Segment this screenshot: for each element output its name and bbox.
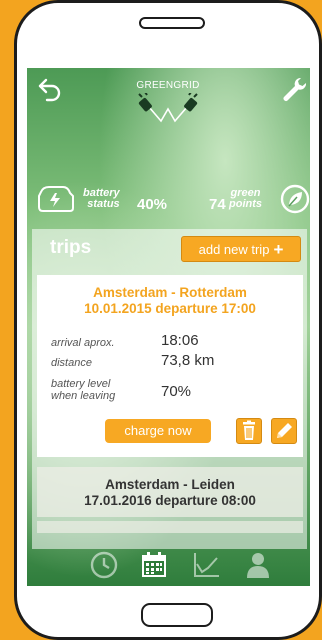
nav-clock[interactable] — [89, 550, 119, 580]
brand-logo: GREENGRID — [123, 80, 213, 127]
settings-button[interactable] — [281, 76, 307, 102]
trips-panel: trips add new trip + Amsterdam - Rotterda… — [32, 229, 307, 549]
green-points-value: 74 — [209, 196, 226, 213]
nav-calendar[interactable] — [139, 550, 169, 580]
battery-level-value: 70% — [161, 383, 192, 400]
trash-icon — [243, 420, 255, 440]
points-label-line2: points — [229, 198, 262, 210]
add-trip-label: add new trip — [198, 242, 270, 257]
add-trip-button[interactable]: add new trip + — [181, 236, 301, 262]
trip-route-cities: Amsterdam - Rotterdam — [93, 285, 247, 300]
battery-level-label-line1: battery level — [51, 378, 111, 390]
bottom-nav — [27, 544, 310, 586]
trips-header: trips add new trip + — [32, 229, 307, 265]
chart-icon — [194, 553, 219, 577]
clock-icon — [90, 551, 118, 579]
battery-level-label-line2: when leaving — [51, 390, 116, 402]
plus-icon: + — [273, 240, 284, 259]
nav-chart[interactable] — [191, 550, 221, 580]
leaf-badge-icon — [280, 184, 310, 214]
battery-level-label: battery level when leaving — [51, 378, 115, 402]
arrival-label: arrival aprox. — [51, 337, 115, 349]
edit-trip-button[interactable] — [271, 418, 297, 444]
distance-value: 73,8 km — [161, 352, 215, 369]
trip-card-active[interactable]: Amsterdam - Rotterdam 10.01.2015 departu… — [37, 275, 303, 457]
distance-label: distance — [51, 357, 92, 369]
battery-status-value: 40% — [137, 196, 168, 213]
plug-logo-icon — [138, 93, 198, 123]
delete-trip-button[interactable] — [236, 418, 262, 444]
phone-speaker — [139, 17, 205, 29]
user-icon — [247, 553, 269, 578]
green-points-label: green points — [229, 188, 262, 210]
trip-route: Amsterdam - Rotterdam 10.01.2015 departu… — [37, 285, 303, 317]
next-trip-route: Amsterdam - Leiden 17.01.2016 departure … — [37, 477, 303, 509]
back-button[interactable] — [37, 76, 63, 102]
arrival-value: 18:06 — [161, 332, 199, 349]
nav-profile[interactable] — [243, 550, 273, 580]
next-trip-cities: Amsterdam - Leiden — [105, 477, 235, 492]
pencil-icon — [277, 423, 292, 438]
trip-route-departure: 10.01.2015 departure 17:00 — [84, 301, 256, 316]
app-screen: GREENGRID battery status 40% 74 green po… — [27, 68, 310, 586]
charge-now-button[interactable]: charge now — [105, 419, 211, 443]
wrench-icon — [283, 77, 307, 101]
home-button[interactable] — [141, 603, 213, 627]
trip-card-peek — [37, 521, 303, 533]
calendar-icon — [142, 552, 166, 577]
battery-status-label: battery status — [83, 188, 120, 210]
brand-name: GREENGRID — [136, 80, 200, 91]
trip-card-next[interactable]: Amsterdam - Leiden 17.01.2016 departure … — [37, 467, 303, 517]
trips-title: trips — [50, 237, 92, 258]
battery-label-line2: status — [87, 198, 120, 210]
car-battery-icon — [38, 186, 74, 212]
back-arrow-icon — [38, 78, 61, 102]
next-trip-departure: 17.01.2016 departure 08:00 — [84, 493, 256, 508]
